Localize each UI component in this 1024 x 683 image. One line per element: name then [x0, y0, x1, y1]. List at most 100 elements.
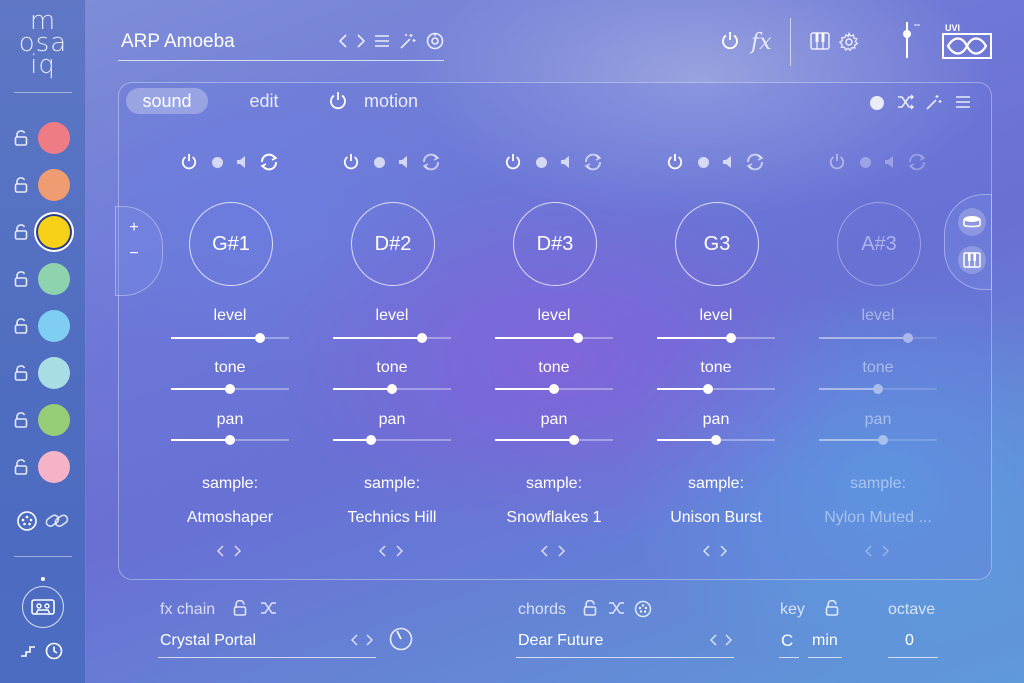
note-button[interactable]: D#2 [351, 202, 435, 286]
level-slider[interactable] [333, 333, 451, 343]
speaker-icon[interactable] [722, 155, 734, 169]
speaker-icon[interactable] [236, 155, 248, 169]
fx-chain-shuffle-icon[interactable] [260, 601, 278, 615]
sample-name[interactable]: Unison Burst [634, 509, 798, 527]
layer-color-button[interactable] [38, 310, 70, 342]
sample-prev-icon[interactable] [216, 545, 224, 557]
layer-color-button[interactable] [38, 216, 70, 248]
loop-icon[interactable] [745, 153, 765, 171]
slider-knob[interactable] [726, 333, 737, 343]
layer-color-button[interactable] [38, 404, 70, 436]
fx-chain-lock-icon[interactable] [233, 600, 247, 616]
layer-color-button[interactable] [38, 122, 70, 154]
layer-solo-dot-icon[interactable] [374, 157, 385, 168]
clock-icon[interactable] [45, 642, 63, 665]
layer-solo-dot-icon[interactable] [212, 157, 223, 168]
fx-chain-next-icon[interactable] [366, 634, 374, 646]
pan-slider[interactable] [657, 435, 775, 445]
fx-chain-prev-icon[interactable] [350, 634, 358, 646]
layer-power-icon[interactable] [181, 153, 197, 170]
panel-menu-icon[interactable] [956, 96, 970, 108]
layer-color-button[interactable] [38, 169, 70, 201]
slider-knob[interactable] [549, 384, 559, 394]
level-slider[interactable] [495, 333, 613, 343]
slider-knob[interactable] [902, 333, 913, 343]
panel-magic-wand-icon[interactable] [926, 94, 942, 110]
tone-slider[interactable] [657, 384, 775, 394]
layer-solo-dot-icon[interactable] [860, 157, 871, 168]
layer-lock-icon[interactable] [14, 177, 28, 193]
level-slider[interactable] [819, 333, 937, 343]
layer-power-icon[interactable] [667, 153, 683, 170]
layer-lock-icon[interactable] [14, 318, 28, 334]
pan-slider[interactable] [819, 435, 937, 445]
record-dot-icon[interactable] [870, 96, 884, 110]
shuffle-icon[interactable] [897, 94, 915, 110]
slider-knob[interactable] [702, 384, 713, 394]
sample-prev-icon[interactable] [864, 545, 872, 557]
preset-next-icon[interactable] [356, 34, 366, 48]
master-volume-slider[interactable] [898, 20, 922, 60]
note-button[interactable]: G#1 [189, 202, 273, 286]
layer-color-button[interactable] [38, 263, 70, 295]
tab-sound[interactable]: sound [126, 88, 208, 114]
sample-next-icon[interactable] [558, 545, 566, 557]
note-button[interactable]: A#3 [837, 202, 921, 286]
sample-name[interactable]: Snowflakes 1 [472, 509, 636, 527]
speaker-icon[interactable] [884, 155, 896, 169]
layer-solo-dot-icon[interactable] [536, 157, 547, 168]
layer-lock-icon[interactable] [14, 365, 28, 381]
fx-amount-knob[interactable] [388, 625, 414, 651]
chords-prev-icon[interactable] [709, 634, 717, 646]
slider-knob[interactable] [572, 333, 583, 343]
slider-knob[interactable] [569, 435, 580, 445]
loop-icon[interactable] [583, 153, 603, 171]
tone-slider[interactable] [495, 384, 613, 394]
preset-name[interactable]: ARP Amoeba [121, 31, 235, 53]
sample-prev-icon[interactable] [378, 545, 386, 557]
loop-icon[interactable] [259, 153, 279, 171]
layer-solo-dot-icon[interactable] [698, 157, 709, 168]
uvi-logo[interactable]: UVI [941, 22, 993, 60]
pan-slider[interactable] [333, 435, 451, 445]
tone-slider[interactable] [819, 384, 937, 394]
pan-slider[interactable] [171, 435, 289, 445]
keyboard-icon[interactable] [810, 32, 830, 50]
randomize-icon[interactable] [426, 32, 444, 50]
tab-edit[interactable]: edit [236, 88, 292, 114]
sample-next-icon[interactable] [396, 545, 404, 557]
drum-mode-button[interactable] [958, 208, 986, 236]
sample-prev-icon[interactable] [702, 545, 710, 557]
level-slider[interactable] [657, 333, 775, 343]
link-icon[interactable] [44, 510, 70, 537]
preset-prev-icon[interactable] [338, 34, 348, 48]
remove-layer-button[interactable]: − [124, 244, 144, 264]
sample-name[interactable]: Nylon Muted ... [796, 509, 960, 527]
chords-midi-icon[interactable] [634, 600, 652, 618]
slider-knob[interactable] [416, 333, 427, 343]
loop-icon[interactable] [907, 153, 927, 171]
layer-power-icon[interactable] [505, 153, 521, 170]
sample-prev-icon[interactable] [540, 545, 548, 557]
speaker-icon[interactable] [398, 155, 410, 169]
note-button[interactable]: D#3 [513, 202, 597, 286]
chords-next-icon[interactable] [725, 634, 733, 646]
layer-color-button[interactable] [38, 357, 70, 389]
fx-chain-value[interactable]: Crystal Portal [160, 632, 256, 650]
slider-knob[interactable] [877, 435, 888, 445]
layer-power-icon[interactable] [343, 153, 359, 170]
slider-knob[interactable] [254, 333, 265, 343]
power-icon[interactable] [721, 31, 739, 50]
level-slider[interactable] [171, 333, 289, 343]
key-mode-value[interactable]: min [812, 632, 838, 650]
chords-shuffle-icon[interactable] [608, 601, 626, 615]
midi-icon[interactable] [16, 510, 38, 537]
slider-knob[interactable] [225, 384, 235, 394]
sample-next-icon[interactable] [720, 545, 728, 557]
octave-value[interactable]: 0 [905, 632, 914, 650]
cassette-button[interactable] [22, 586, 64, 628]
layer-lock-icon[interactable] [14, 459, 28, 475]
tab-motion[interactable]: motion [356, 88, 426, 114]
layer-lock-icon[interactable] [14, 271, 28, 287]
layer-power-icon[interactable] [829, 153, 845, 170]
